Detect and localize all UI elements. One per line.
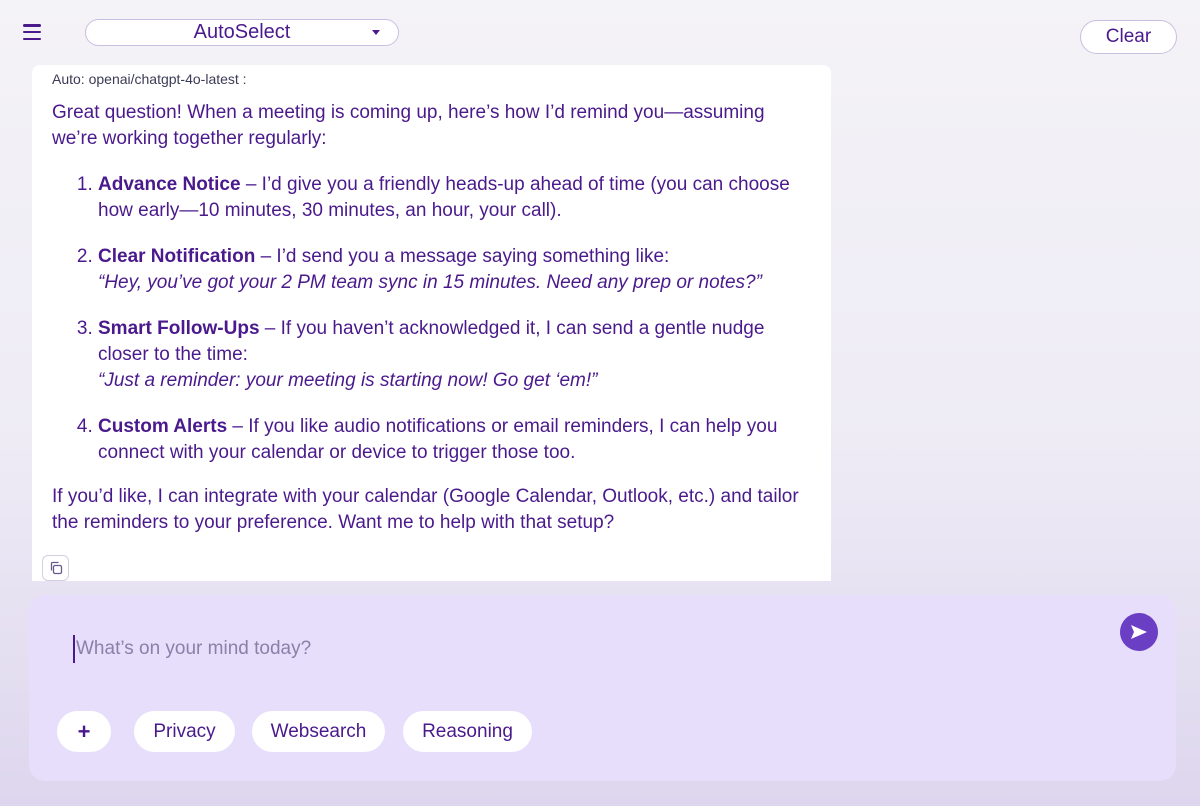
prompt-input[interactable] (73, 635, 1073, 663)
menu-bar (23, 24, 41, 27)
menu-bar (23, 37, 41, 40)
websearch-chip[interactable]: Websearch (252, 711, 385, 752)
list-item: Smart Follow-Ups – If you haven’t acknow… (98, 316, 811, 394)
send-button[interactable] (1120, 613, 1158, 651)
model-select-label: AutoSelect (193, 21, 291, 43)
assistant-message: Auto: openai/chatgpt-4o-latest : Great q… (32, 65, 831, 581)
send-icon (1131, 625, 1147, 639)
list-item: Custom Alerts – If you like audio notifi… (98, 414, 811, 466)
chevron-down-icon (372, 30, 380, 35)
steps-list: Advance Notice – I’d give you a friendly… (52, 172, 811, 466)
step-title: Clear Notification (98, 246, 256, 267)
clear-button[interactable]: Clear (1080, 20, 1177, 54)
privacy-chip[interactable]: Privacy (134, 711, 235, 752)
menu-bar (23, 30, 41, 34)
step-title: Custom Alerts (98, 416, 228, 437)
model-tag: Auto: openai/chatgpt-4o-latest : (52, 71, 247, 87)
step-text: – I’d send you a message saying somethin… (255, 246, 670, 267)
list-item: Advance Notice – I’d give you a friendly… (98, 172, 811, 224)
step-title: Advance Notice (98, 174, 241, 195)
copy-icon (50, 561, 62, 575)
list-item: Clear Notification – I’d send you a mess… (98, 244, 811, 296)
step-title: Smart Follow-Ups (98, 318, 260, 339)
add-button[interactable]: + (57, 711, 111, 752)
message-intro: Great question! When a meeting is coming… (52, 102, 765, 149)
message-outro: If you’d like, I can integrate with your… (52, 486, 799, 533)
step-quote: “Just a reminder: your meeting is starti… (98, 370, 598, 391)
step-quote: “Hey, you’ve got your 2 PM team sync in … (98, 272, 762, 293)
menu-icon[interactable] (22, 22, 42, 42)
model-select[interactable]: AutoSelect (85, 19, 399, 46)
copy-button[interactable] (42, 555, 69, 581)
reasoning-chip[interactable]: Reasoning (403, 711, 532, 752)
composer: + Privacy Websearch Reasoning (29, 595, 1176, 781)
